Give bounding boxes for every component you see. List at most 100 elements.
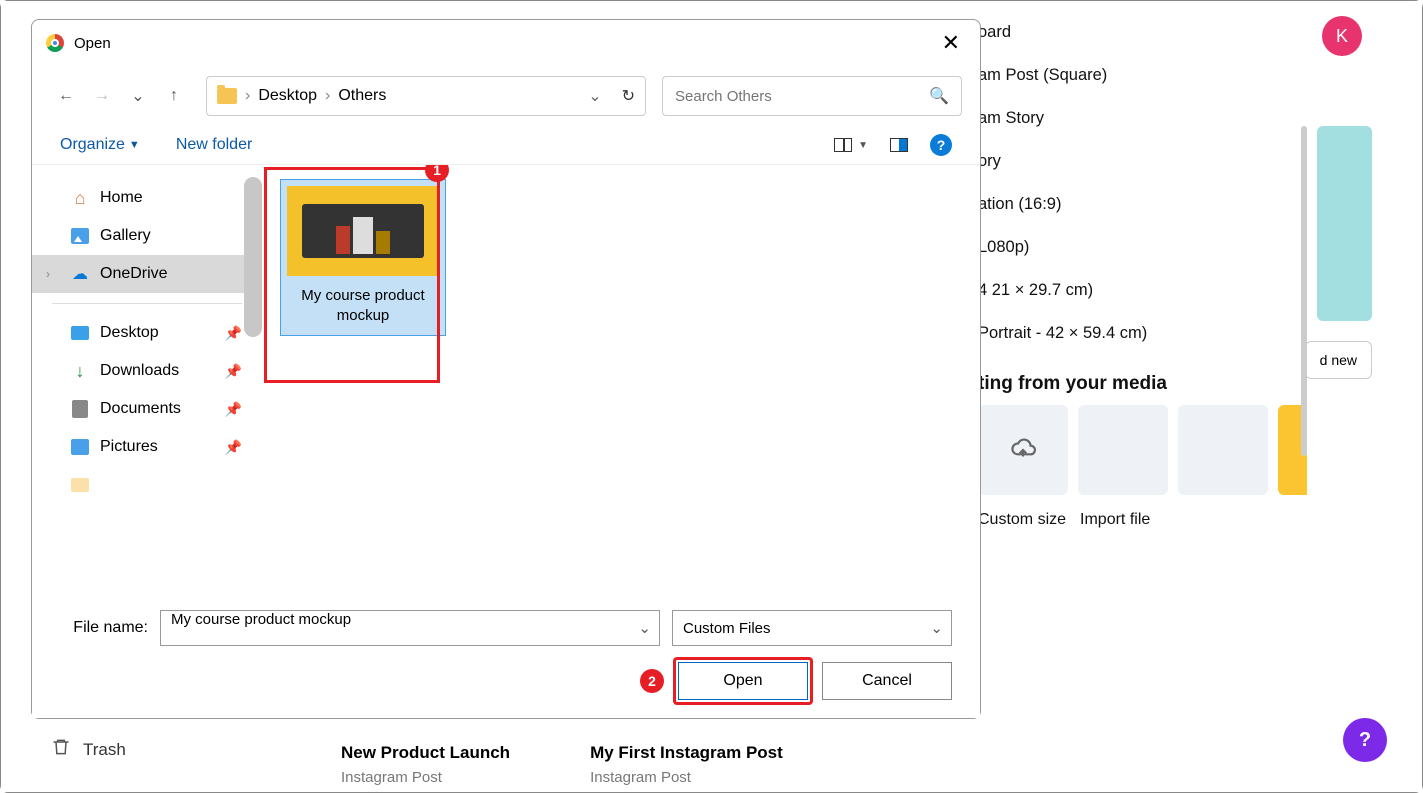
- chevron-down-icon: ▼: [129, 139, 140, 151]
- size-option[interactable]: am Story: [978, 97, 1295, 140]
- size-option[interactable]: Portrait - 42 × 59.4 cm): [978, 312, 1295, 355]
- dialog-titlebar: Open ✕: [32, 20, 980, 66]
- sidebar-item-home[interactable]: ⌂ Home: [32, 179, 262, 217]
- file-open-dialog: Open ✕ ← → ⌄ ↑ › Desktop › Others ⌄ ↻ 🔍 …: [31, 19, 981, 719]
- filename-value: My course product mockup: [171, 611, 351, 628]
- sidebar-item-documents[interactable]: Documents 📌: [32, 390, 262, 428]
- recent-subtitle: Instagram Post: [590, 769, 783, 786]
- search-input[interactable]: [675, 88, 929, 105]
- pin-icon: 📌: [225, 439, 242, 456]
- breadcrumb-dropdown[interactable]: ⌄: [588, 86, 601, 106]
- filename-label: File name:: [60, 619, 148, 637]
- dialog-body: ⌂ Home Gallery ›☁ OneDrive Desktop 📌 ↓ D…: [32, 164, 980, 590]
- refresh-button[interactable]: ↻: [622, 86, 635, 106]
- sidebar-label: Desktop: [100, 324, 159, 342]
- recent-title: New Product Launch: [341, 743, 510, 763]
- file-list[interactable]: 1 My course product mockup: [262, 165, 980, 590]
- download-icon: ↓: [70, 362, 90, 380]
- recent-item[interactable]: New Product Launch Instagram Post: [341, 743, 510, 786]
- toolbar: Organize ▼ New folder ▼ ?: [32, 126, 980, 164]
- avatar[interactable]: K: [1322, 16, 1362, 56]
- search-box[interactable]: 🔍: [662, 76, 962, 116]
- folder-icon: [217, 88, 237, 104]
- back-button[interactable]: ←: [50, 80, 82, 112]
- sidebar-item-more[interactable]: [32, 466, 262, 504]
- sidebar-item-pictures[interactable]: Pictures 📌: [32, 428, 262, 466]
- custom-size-link[interactable]: Custom size: [978, 511, 1066, 529]
- media-section-title: ting from your media: [978, 373, 1295, 395]
- desktop-icon: [70, 324, 90, 342]
- chevron-down-icon[interactable]: ⌄: [638, 619, 651, 637]
- view-mode-button[interactable]: ▼: [834, 138, 868, 152]
- size-option[interactable]: am Post (Square): [978, 54, 1295, 97]
- sidepanel-scrollbar[interactable]: [1301, 126, 1307, 456]
- annotation-badge-2: 2: [640, 669, 664, 693]
- close-button[interactable]: ✕: [936, 30, 966, 56]
- upload-preview-thumb: [1317, 126, 1372, 321]
- pin-icon: 📌: [225, 325, 242, 342]
- media-thumb[interactable]: [1178, 405, 1268, 495]
- help-icon[interactable]: ?: [930, 134, 952, 156]
- sidebar-label: Documents: [100, 400, 181, 418]
- breadcrumb[interactable]: › Desktop › Others ⌄ ↻: [206, 76, 646, 116]
- sidebar-label: Gallery: [100, 227, 151, 245]
- size-option[interactable]: ation (16:9): [978, 183, 1295, 226]
- home-icon: ⌂: [70, 189, 90, 207]
- media-upload-tile[interactable]: [978, 405, 1068, 495]
- up-button[interactable]: ↑: [158, 80, 190, 112]
- size-option[interactable]: oard: [978, 11, 1295, 54]
- recent-dropdown[interactable]: ⌄: [122, 80, 154, 112]
- chevron-right-icon: ›: [245, 87, 250, 105]
- chevron-down-icon: ⌄: [930, 619, 943, 637]
- view-icon: [834, 138, 852, 152]
- trash-link[interactable]: Trash: [51, 737, 126, 762]
- trash-icon: [51, 737, 71, 762]
- sidebar-label: Pictures: [100, 438, 158, 456]
- organize-menu[interactable]: Organize ▼: [60, 136, 140, 154]
- file-type-value: Custom Files: [683, 620, 771, 637]
- size-option[interactable]: 4 21 × 29.7 cm): [978, 269, 1295, 312]
- documents-icon: [70, 400, 90, 418]
- breadcrumb-item[interactable]: Others: [338, 87, 386, 105]
- media-thumb[interactable]: [1078, 405, 1168, 495]
- onedrive-icon: ☁: [70, 265, 90, 283]
- size-option[interactable]: ory: [978, 140, 1295, 183]
- sidebar-item-onedrive[interactable]: ›☁ OneDrive: [32, 255, 262, 293]
- gallery-icon: [70, 227, 90, 245]
- forward-button[interactable]: →: [86, 80, 118, 112]
- cancel-button[interactable]: Cancel: [822, 662, 952, 700]
- pictures-icon: [70, 438, 90, 456]
- sidebar-scrollbar[interactable]: [244, 177, 262, 337]
- nav-bar: ← → ⌄ ↑ › Desktop › Others ⌄ ↻ 🔍: [32, 66, 980, 126]
- expand-icon[interactable]: ›: [46, 267, 60, 281]
- sidebar-item-downloads[interactable]: ↓ Downloads 📌: [32, 352, 262, 390]
- sidebar-item-gallery[interactable]: Gallery: [32, 217, 262, 255]
- sidebar-label: Downloads: [100, 362, 179, 380]
- annotation-1: 1: [264, 167, 440, 383]
- upload-new-button[interactable]: d new: [1305, 341, 1372, 379]
- annotation-2: [673, 657, 813, 705]
- size-option[interactable]: L080p): [978, 226, 1295, 269]
- filename-input[interactable]: My course product mockup ⌄: [160, 610, 660, 646]
- file-type-select[interactable]: Custom Files ⌄: [672, 610, 952, 646]
- chrome-icon: [46, 34, 64, 52]
- new-folder-button[interactable]: New folder: [176, 136, 252, 154]
- chevron-right-icon: ›: [325, 87, 330, 105]
- search-icon: 🔍: [929, 86, 949, 106]
- sidebar-label: Home: [100, 189, 143, 207]
- sidebar-item-desktop[interactable]: Desktop 📌: [32, 314, 262, 352]
- trash-label: Trash: [83, 740, 126, 760]
- recent-designs: New Product Launch Instagram Post My Fir…: [341, 743, 783, 786]
- help-button[interactable]: ?: [1343, 718, 1387, 762]
- import-file-link[interactable]: Import file: [1080, 511, 1150, 529]
- recent-title: My First Instagram Post: [590, 743, 783, 763]
- recent-subtitle: Instagram Post: [341, 769, 510, 786]
- recent-item[interactable]: My First Instagram Post Instagram Post: [590, 743, 783, 786]
- dialog-title: Open: [74, 35, 111, 52]
- chevron-down-icon: ▼: [858, 140, 868, 151]
- divider: [52, 303, 242, 304]
- breadcrumb-item[interactable]: Desktop: [258, 87, 317, 105]
- side-panel: oard am Post (Square) am Story ory ation…: [978, 11, 1307, 727]
- folder-icon: [70, 476, 90, 494]
- preview-pane-button[interactable]: [890, 138, 908, 152]
